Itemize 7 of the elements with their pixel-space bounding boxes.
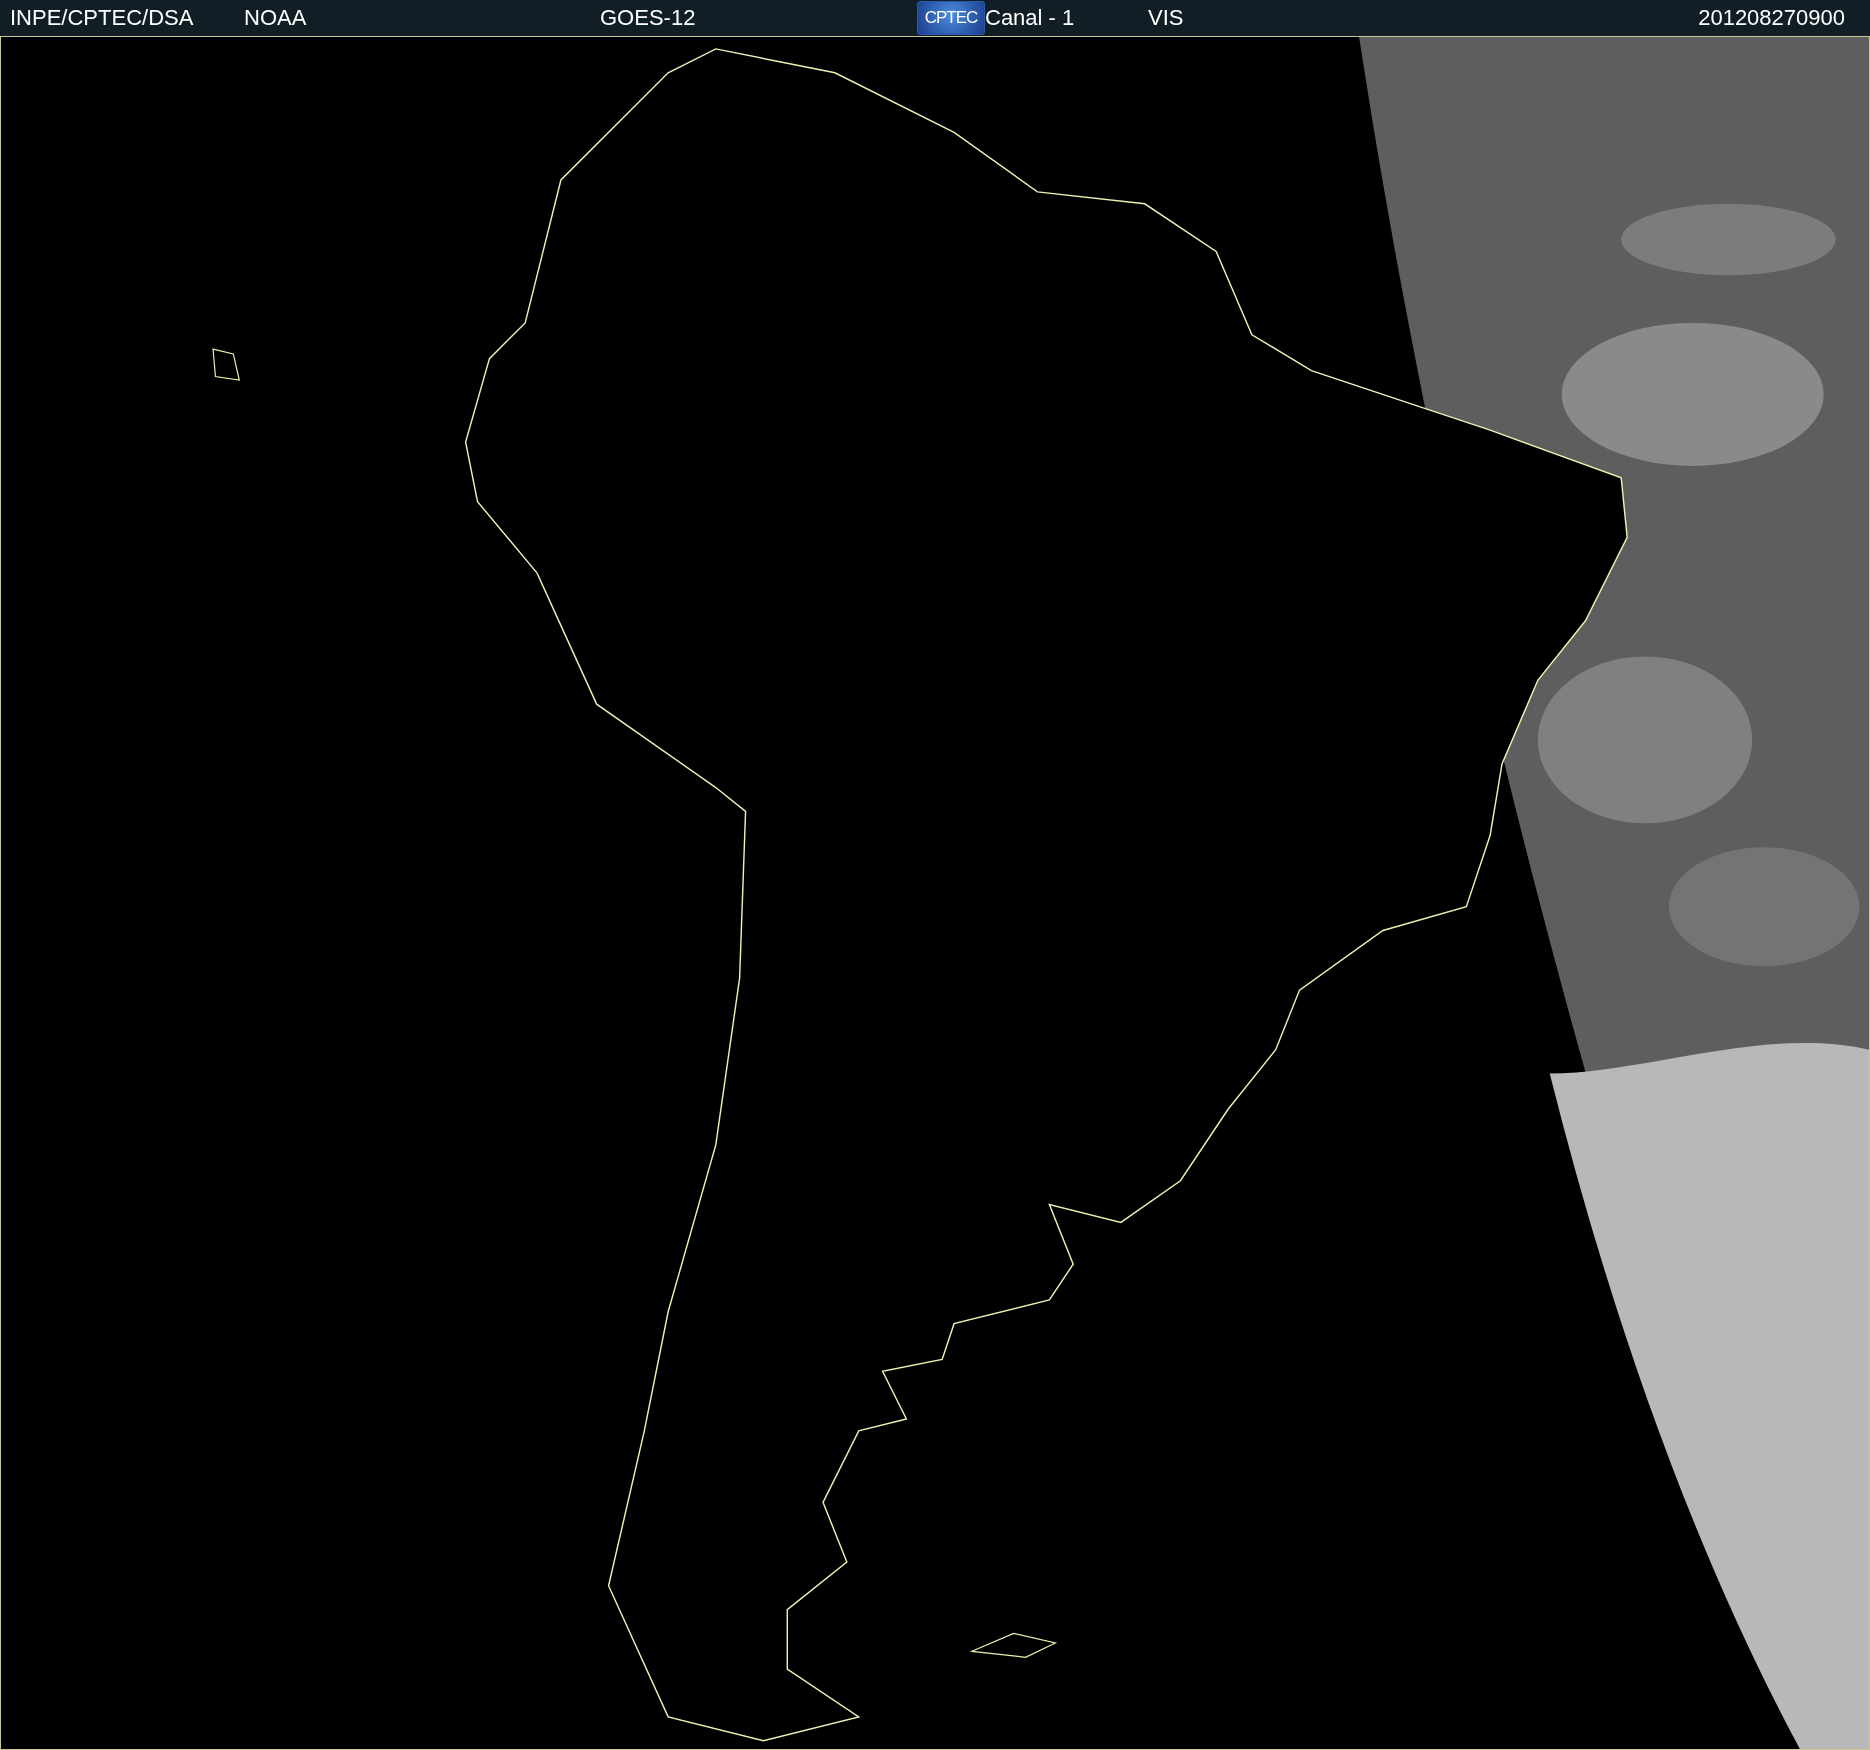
- timestamp-label: 201208270900: [1698, 5, 1845, 31]
- band-label: VIS: [1148, 5, 1185, 31]
- channel-label: Canal - 1: [985, 5, 1076, 31]
- source-label: NOAA: [244, 5, 308, 31]
- agency-label: INPE/CPTEC/DSA: [10, 5, 195, 31]
- satellite-label: GOES-12: [600, 5, 697, 31]
- logo: CPTEC: [917, 1, 985, 35]
